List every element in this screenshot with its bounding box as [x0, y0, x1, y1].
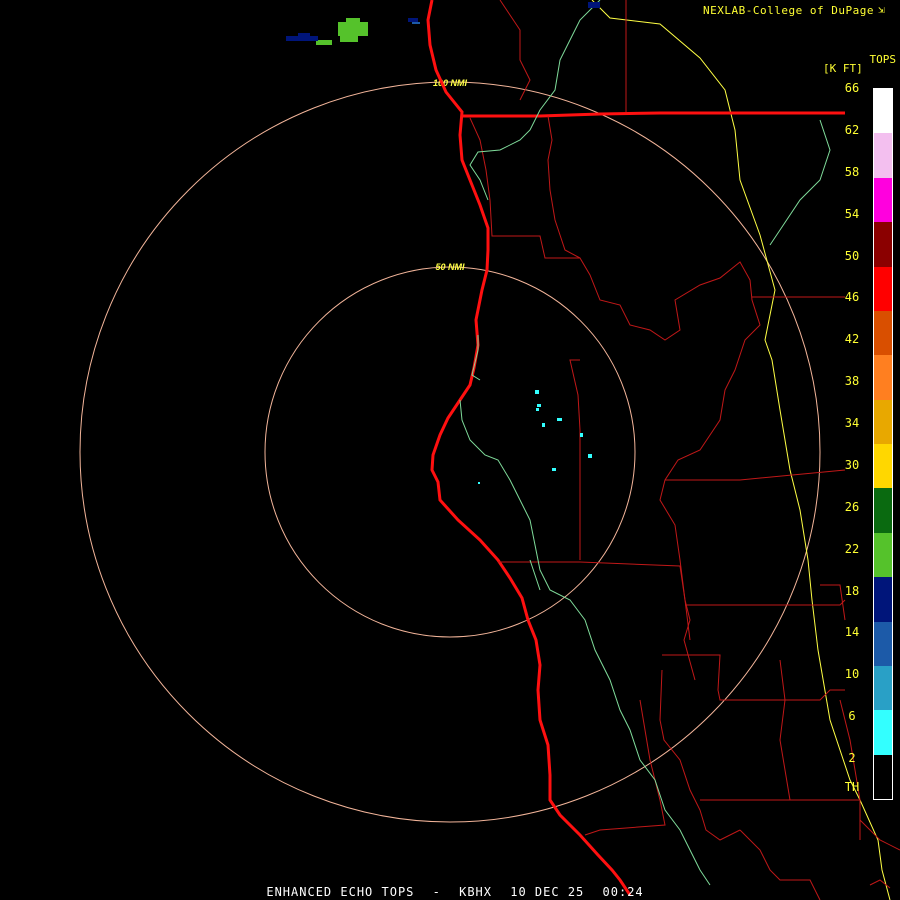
- river-lines: [459, 0, 831, 886]
- range-ring-100nmi: [79, 81, 821, 823]
- ring-label-100nmi: 100 NMI: [433, 78, 468, 88]
- scale-label: 54: [844, 206, 860, 221]
- scale-label: 46: [844, 290, 860, 305]
- ring-label-50nmi: 50 NMI: [435, 262, 465, 272]
- radar-echoes-northwest: [286, 2, 600, 45]
- state-border-red: [462, 111, 845, 118]
- color-swatch: [874, 754, 892, 799]
- legend-units: [K FT]: [823, 62, 863, 75]
- footer-time: 00:24: [602, 885, 644, 899]
- color-swatch: [874, 665, 892, 711]
- corner-arrow-icon: ⇲: [878, 3, 885, 16]
- scale-label: 30: [844, 457, 860, 472]
- scale-label: 14: [844, 625, 860, 640]
- color-swatch: [874, 177, 892, 223]
- scale-label: 62: [844, 122, 860, 137]
- scale-label: 10: [844, 667, 860, 682]
- scale-label: 58: [844, 164, 860, 179]
- color-swatch: [874, 710, 892, 755]
- color-swatch: [874, 222, 892, 267]
- color-swatch: [874, 532, 892, 578]
- color-swatch: [874, 89, 892, 134]
- color-swatch: [874, 399, 892, 444]
- color-swatch: [874, 444, 892, 489]
- footer-separator: -: [432, 885, 441, 899]
- radar-map: 100 NMI 50 NMI: [79, 0, 900, 900]
- color-swatch: [874, 266, 892, 311]
- footer-station: KBHX: [459, 885, 493, 899]
- color-swatch: [874, 488, 892, 533]
- scale-label: 26: [844, 499, 860, 514]
- scale-label: 2: [848, 751, 856, 766]
- scale-label: 6: [848, 709, 856, 724]
- color-swatch: [874, 355, 892, 400]
- color-scale-bar: [873, 88, 893, 800]
- scale-label: 18: [844, 583, 860, 598]
- scale-label: 22: [844, 541, 860, 556]
- footer-date: 10 DEC 25: [510, 885, 585, 899]
- product-footer: ENHANCED ECHO TOPS - KBHX 10 DEC 25 00:2…: [0, 885, 900, 899]
- scale-label: 50: [844, 248, 860, 263]
- color-swatch: [874, 133, 892, 178]
- color-swatch: [874, 621, 892, 666]
- scale-label: 34: [844, 416, 860, 431]
- radar-echoes: [478, 390, 592, 484]
- legend-title: TOPS: [869, 53, 897, 66]
- credit-label: NEXLAB-College of DuPage: [703, 4, 874, 17]
- coastline: [426, 0, 632, 896]
- color-swatch: [874, 577, 892, 622]
- scale-label: TH: [844, 780, 860, 794]
- scale-label: 66: [844, 81, 860, 95]
- footer-product: ENHANCED ECHO TOPS: [266, 885, 415, 899]
- color-swatch: [874, 310, 892, 356]
- scale-label: 38: [844, 374, 860, 389]
- scale-label: 42: [844, 332, 860, 347]
